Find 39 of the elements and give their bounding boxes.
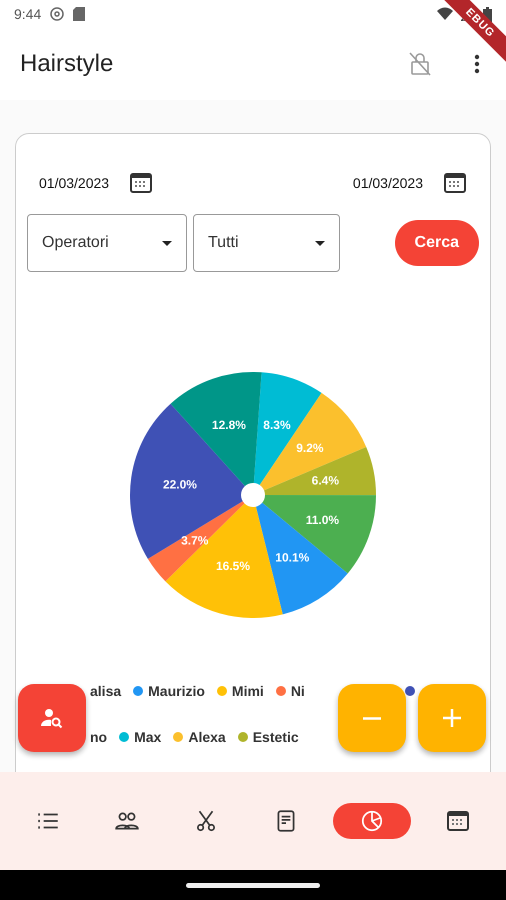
slice-label: 12.8% bbox=[212, 418, 246, 432]
legend-label: Max bbox=[134, 729, 162, 745]
home-handle[interactable] bbox=[186, 882, 320, 888]
calendar-icon[interactable] bbox=[443, 171, 467, 195]
plus-icon bbox=[441, 707, 463, 729]
start-date[interactable]: 01/03/2023 bbox=[39, 175, 110, 191]
dropdown[interactable]: Tutti bbox=[193, 214, 340, 272]
sync-icon bbox=[49, 6, 66, 22]
dropdown[interactable]: Operatori bbox=[27, 214, 187, 272]
legend-label: alisa bbox=[90, 683, 122, 699]
slice-label: 11.0% bbox=[306, 513, 340, 528]
person-search-button[interactable] bbox=[18, 684, 86, 752]
search-button[interactable]: Cerca bbox=[394, 220, 479, 266]
slice-label: 8.3% bbox=[263, 418, 291, 432]
dropdown-caret-icon bbox=[315, 240, 325, 246]
legend-label: Ni bbox=[290, 683, 305, 699]
legend-label: no bbox=[90, 729, 108, 745]
wifi-icon bbox=[437, 7, 453, 21]
calendar-icon[interactable] bbox=[129, 171, 154, 195]
sd-card-icon bbox=[73, 7, 86, 21]
legend-label: Mimi bbox=[232, 683, 264, 699]
legend-label: Alexa bbox=[188, 729, 226, 745]
slice-label: 22.0% bbox=[162, 477, 197, 492]
status-time: 9:44 bbox=[14, 6, 42, 22]
person-search-icon bbox=[40, 706, 64, 730]
legend-label: Maurizio bbox=[148, 683, 205, 699]
more-menu-icon[interactable] bbox=[474, 54, 480, 74]
calendar-icon[interactable] bbox=[446, 809, 470, 833]
legend-label: Estetic bbox=[252, 729, 299, 745]
lock-off-icon[interactable] bbox=[408, 51, 432, 77]
app-title: Hairstyle bbox=[20, 50, 114, 78]
dropdown-caret-icon bbox=[162, 240, 172, 246]
slice-label: 3.7% bbox=[181, 533, 208, 548]
end-date[interactable]: 01/03/2023 bbox=[352, 175, 423, 191]
minus-icon bbox=[363, 716, 381, 720]
slice-label: 10.1% bbox=[275, 550, 310, 564]
slice-label: 6.4% bbox=[312, 473, 339, 488]
slice-label: 9.2% bbox=[296, 441, 324, 455]
slice-label: 16.5% bbox=[216, 559, 250, 574]
